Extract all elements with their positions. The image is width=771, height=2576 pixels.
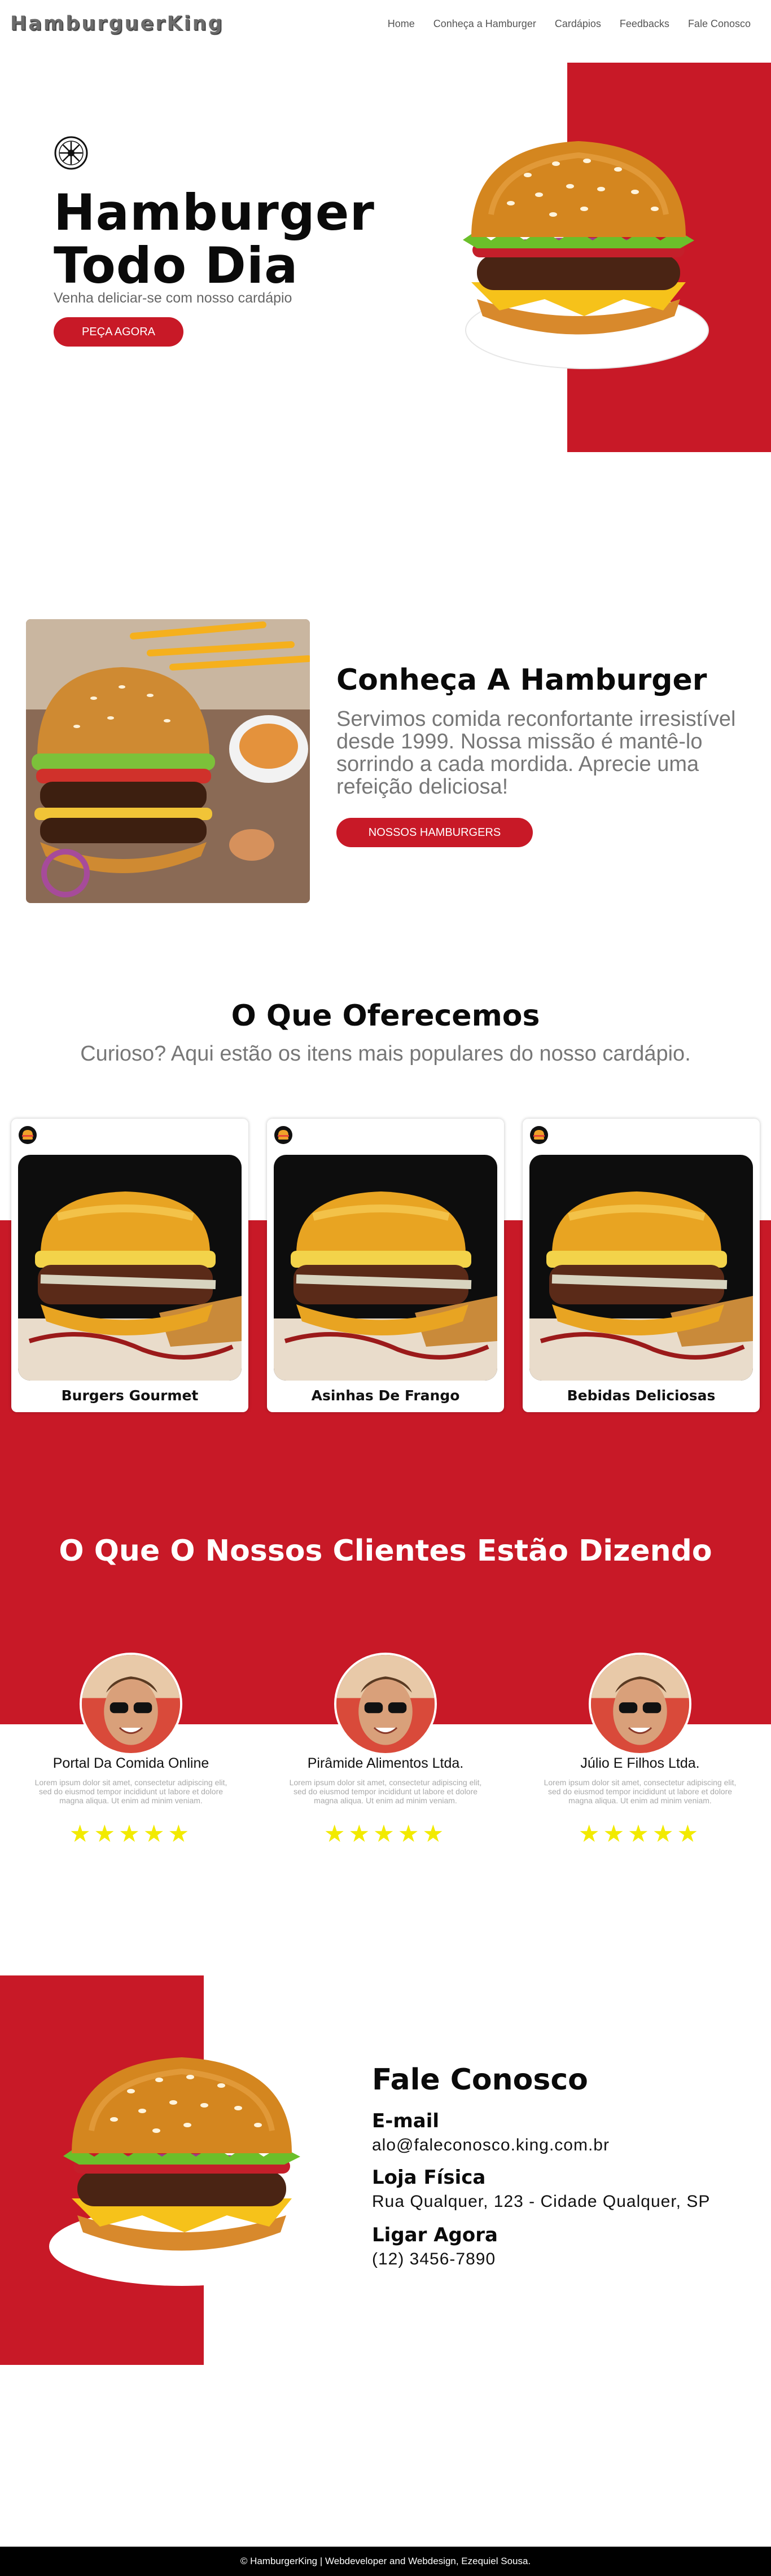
contact-burger-image xyxy=(49,2057,314,2286)
avatar xyxy=(589,1653,691,1755)
menu-card-chicken-wings[interactable]: Asinhas De Frango xyxy=(267,1119,504,1412)
testimonial-text: Lorem ipsum dolor sit amet, consectetur … xyxy=(544,1778,737,1805)
burger-icon xyxy=(19,1126,37,1144)
email-label: E-mail xyxy=(372,2110,440,2132)
emblem-icon xyxy=(54,136,88,170)
nav-feedbacks[interactable]: Feedbacks xyxy=(620,18,669,30)
testimonial-name: Portal Da Comida Online xyxy=(52,1755,209,1771)
about-title: Conheça A Hamburger xyxy=(336,663,707,697)
rating-stars-icon: ★★★★★ xyxy=(323,1820,448,1847)
testimonial-name: Pirâmide Alimentos Ltda. xyxy=(307,1755,464,1771)
burger-icon xyxy=(530,1126,548,1144)
our-burgers-button[interactable]: NOSSOS HAMBURGERS xyxy=(336,818,533,847)
testimonial-text: Lorem ipsum dolor sit amet, consectetur … xyxy=(289,1778,482,1805)
hero-burger-image xyxy=(463,141,709,369)
hero-subtitle: Venha deliciar-se com nosso cardápio xyxy=(54,290,292,306)
rating-stars-icon: ★★★★★ xyxy=(578,1820,702,1847)
menu-card-label: Bebidas Deliciosas xyxy=(567,1387,716,1404)
menu-card-drinks[interactable]: Bebidas Deliciosas xyxy=(523,1119,760,1412)
about-burger-photo xyxy=(26,619,310,903)
offer-title: O Que Oferecemos xyxy=(231,999,540,1033)
order-now-button[interactable]: PEÇA AGORA xyxy=(54,317,183,347)
store-label: Loja Física xyxy=(372,2166,486,2189)
nav-home[interactable]: Home xyxy=(388,18,415,30)
avatar xyxy=(334,1653,437,1755)
call-label: Ligar Agora xyxy=(372,2224,498,2246)
nav-about[interactable]: Conheça a Hamburger xyxy=(433,18,536,30)
nav-contact[interactable]: Fale Conosco xyxy=(688,18,751,30)
about-text: Servimos comida reconfortante irresistív… xyxy=(336,707,736,799)
footer: © HamburgerKing | Webdeveloper and Webde… xyxy=(0,2547,771,2576)
burger-photo xyxy=(274,1155,497,1381)
avatar xyxy=(80,1653,182,1755)
hero-title: Hamburger Todo Dia xyxy=(54,186,375,292)
menu-card-label: Asinhas De Frango xyxy=(311,1387,460,1404)
main-nav: Home Conheça a Hamburger Cardápios Feedb… xyxy=(388,18,751,30)
menu-card-label: Burgers Gourmet xyxy=(61,1387,199,1404)
hero-title-line-1: Hamburger xyxy=(54,183,375,242)
contact-title: Fale Conosco xyxy=(372,2063,588,2097)
phone-link[interactable]: (12) 3456-7890 xyxy=(372,2250,496,2269)
burger-photo xyxy=(529,1155,753,1381)
email-link[interactable]: alo@faleconosco.king.com.br xyxy=(372,2136,610,2155)
testimonial-text: Lorem ipsum dolor sit amet, consectetur … xyxy=(34,1778,227,1805)
offer-subtitle: Curioso? Aqui estão os itens mais popula… xyxy=(80,1042,691,1066)
testimonial-name: Júlio E Filhos Ltda. xyxy=(580,1755,700,1771)
menu-card-burgers[interactable]: Burgers Gourmet xyxy=(11,1119,248,1412)
nav-menu[interactable]: Cardápios xyxy=(555,18,601,30)
site-logo[interactable]: HamburguerKing xyxy=(10,12,224,35)
footer-text: © HamburgerKing | Webdeveloper and Webde… xyxy=(240,2556,531,2566)
burger-photo xyxy=(18,1155,242,1381)
store-address: Rua Qualquer, 123 - Cidade Qualquer, SP xyxy=(372,2192,711,2211)
burger-icon xyxy=(274,1126,292,1144)
testimonials-title: O Que O Nossos Clientes Estão Dizendo xyxy=(59,1534,712,1568)
hero-title-line-2: Todo Dia xyxy=(54,236,299,295)
rating-stars-icon: ★★★★★ xyxy=(69,1820,193,1847)
